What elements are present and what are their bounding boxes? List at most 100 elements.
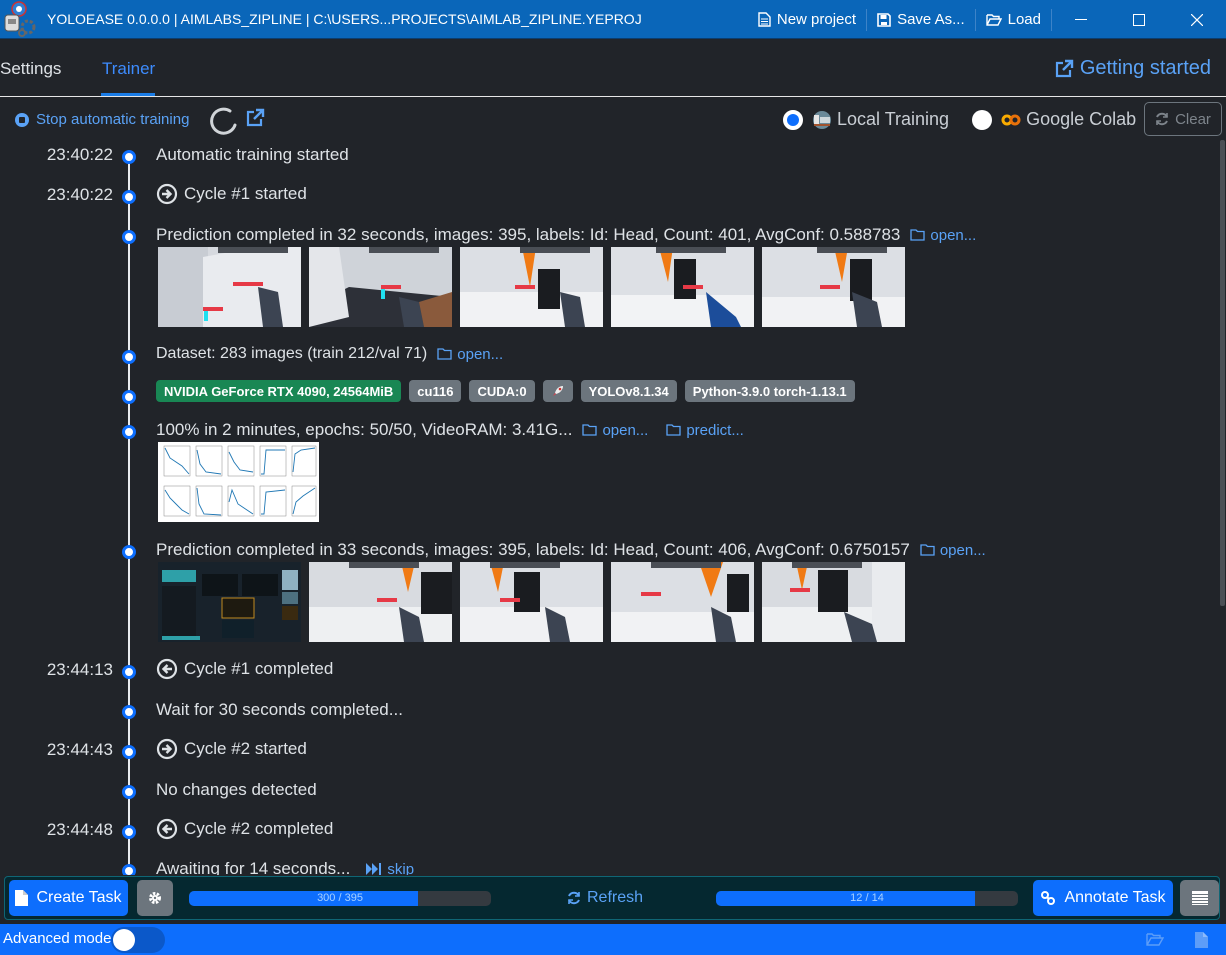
open-link-label: open... <box>939 541 986 559</box>
timeline-dot <box>122 825 136 839</box>
link-icon <box>1041 891 1056 905</box>
tab-trainer[interactable]: Trainer <box>102 59 155 79</box>
yolo-version-badge: YOLOv8.1.34 <box>580 380 677 402</box>
load-label: Load <box>1007 11 1041 28</box>
timeline-dot <box>122 350 136 364</box>
folder-icon <box>437 348 452 360</box>
game-screenshot <box>158 247 301 327</box>
annotate-task-label: Annotate Task <box>1064 889 1166 906</box>
progress-label: 12 / 14 <box>850 892 884 904</box>
external-link-icon <box>1055 59 1074 77</box>
entry-text: Automatic training started <box>156 145 349 164</box>
open-dataset-link[interactable]: open... <box>437 346 503 363</box>
open-training-link[interactable]: open... <box>582 422 648 439</box>
python-torch-badge: Python-3.9.0 torch-1.13.1 <box>684 380 855 402</box>
folder-open-icon <box>985 14 1002 26</box>
load-button[interactable]: Load <box>976 8 1051 32</box>
entry-text: Cycle #1 completed <box>184 659 334 678</box>
create-task-label: Create Task <box>36 889 122 906</box>
game-screenshot <box>762 562 905 642</box>
fast-forward-icon <box>366 863 382 875</box>
entry-text: Cycle #2 started <box>184 739 307 758</box>
maximize-button[interactable] <box>1110 0 1168 39</box>
entry-time: 23:44:13 <box>46 660 113 679</box>
results-plot-grid <box>158 442 319 522</box>
save-as-button[interactable]: Save As... <box>867 8 975 32</box>
device-badge: CUDA:0 <box>469 380 535 402</box>
prediction-thumbnail[interactable] <box>309 562 452 642</box>
local-training-radio[interactable] <box>783 109 803 130</box>
entry-text: Wait for 30 seconds completed... <box>156 700 403 719</box>
game-screenshot <box>309 562 452 642</box>
arrow-left-circle-icon <box>156 818 178 840</box>
game-screenshot <box>611 247 754 327</box>
prediction-thumbnails <box>158 562 905 642</box>
arrow-right-circle-icon <box>156 738 178 760</box>
task-list-button[interactable] <box>1180 880 1219 916</box>
timeline-dot <box>122 705 136 719</box>
google-colab-label: Google Colab <box>1026 109 1137 129</box>
training-results-chart[interactable] <box>158 442 319 522</box>
prediction-thumbnail[interactable] <box>460 247 603 327</box>
close-icon <box>1191 13 1203 26</box>
timeline-dot <box>122 425 136 439</box>
local-machine-icon <box>813 110 831 129</box>
stop-label: Stop automatic training <box>36 111 190 128</box>
external-link-icon[interactable] <box>245 108 265 128</box>
google-colab-radio[interactable] <box>972 109 993 130</box>
local-training-option[interactable]: Local Training <box>812 109 949 130</box>
clear-button[interactable]: Clear <box>1144 102 1222 136</box>
refresh-label: Refresh <box>587 889 644 906</box>
game-screenshot <box>460 247 603 327</box>
prediction-thumbnails <box>158 247 905 327</box>
stop-icon <box>15 112 29 127</box>
getting-started-link[interactable]: Getting started <box>1054 57 1211 80</box>
entry-time: 23:44:43 <box>46 740 113 759</box>
predict-link-label: predict... <box>686 421 744 439</box>
skip-label: skip <box>387 860 415 876</box>
new-project-label: New project <box>776 11 857 28</box>
file-icon <box>15 890 29 906</box>
tab-settings[interactable]: Settings <box>0 59 61 79</box>
prediction-thumbnail[interactable] <box>460 562 603 642</box>
folder-open-icon[interactable] <box>1146 932 1164 946</box>
training-controls: Stop automatic training Local Training G… <box>0 100 1226 140</box>
arrow-left-circle-icon <box>156 658 178 680</box>
entry-text: Prediction completed in 32 seconds, imag… <box>156 225 901 244</box>
create-task-button[interactable]: Create Task <box>9 880 128 916</box>
clear-label: Clear <box>1175 110 1211 128</box>
stop-automatic-training-button[interactable]: Stop automatic training <box>15 111 189 128</box>
file-icon[interactable] <box>1195 932 1208 948</box>
minimize-button[interactable] <box>1052 0 1110 39</box>
close-button[interactable] <box>1168 0 1226 39</box>
new-project-button[interactable]: New project <box>748 8 866 32</box>
timeline-scrollbar[interactable] <box>1220 140 1225 606</box>
entry-text: Dataset: 283 images (train 212/val 71) <box>156 345 428 362</box>
folder-icon <box>582 424 598 436</box>
task-settings-button[interactable] <box>137 880 173 916</box>
cuda-version-badge: cu116 <box>409 380 462 402</box>
annotate-task-button[interactable]: Annotate Task <box>1033 880 1173 916</box>
loading-spinner-icon <box>210 107 237 135</box>
prediction-thumbnail[interactable] <box>611 562 754 642</box>
predict-link[interactable]: predict... <box>666 422 744 439</box>
app-screenshot <box>158 562 301 642</box>
training-timeline: 23:40:22 Automatic training started 23:4… <box>0 140 1218 875</box>
entry-time: 23:44:48 <box>46 820 113 839</box>
prediction-thumbnail[interactable] <box>158 247 301 327</box>
prediction-thumbnail[interactable] <box>611 247 754 327</box>
skip-link[interactable]: skip <box>366 860 415 876</box>
open-predictions-link[interactable]: open... <box>920 542 986 559</box>
refresh-button[interactable]: Refresh <box>567 889 643 907</box>
prediction-thumbnail[interactable] <box>158 562 301 642</box>
prediction-thumbnail[interactable] <box>762 562 905 642</box>
google-colab-option[interactable]: Google Colab <box>1001 109 1136 130</box>
title-bar: YOLOEASE 0.0.0.0 | AIMLABS_ZIPLINE | C:\… <box>0 0 1226 39</box>
timeline-dot <box>122 390 136 404</box>
prediction-thumbnail[interactable] <box>309 247 452 327</box>
open-predictions-link[interactable]: open... <box>910 227 976 244</box>
maximize-icon <box>1133 13 1145 26</box>
prediction-thumbnail[interactable] <box>762 247 905 327</box>
advanced-mode-toggle[interactable] <box>111 927 165 953</box>
gear-icon <box>149 892 161 904</box>
